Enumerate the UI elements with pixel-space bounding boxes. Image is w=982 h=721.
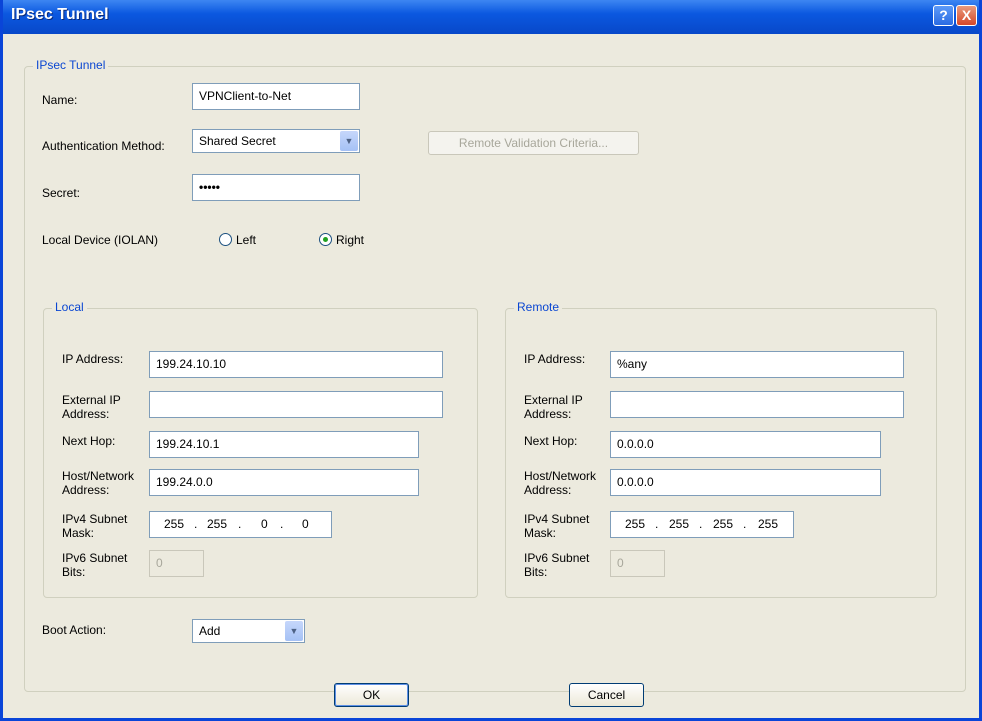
local-mask-octet-4[interactable]: 0 <box>302 517 309 531</box>
local-group-title: Local <box>52 300 87 314</box>
chevron-down-icon[interactable]: ▼ <box>340 131 358 151</box>
radio-right-indicator[interactable] <box>319 233 332 246</box>
auth-method-label: Authentication Method: <box>42 139 165 153</box>
local-next-hop-label: Next Hop: <box>62 434 116 448</box>
boot-action-value: Add <box>199 624 221 638</box>
remote-next-hop-field[interactable]: 0.0.0.0 <box>610 431 881 458</box>
radio-left-label: Left <box>236 233 257 247</box>
local-subnet-mask-label: IPv4 Subnet Mask: <box>62 512 128 540</box>
auth-method-value: Shared Secret <box>199 134 276 148</box>
remote-ip-label: IP Address: <box>524 352 586 366</box>
cancel-button[interactable]: Cancel <box>569 683 644 707</box>
title-bar[interactable]: IPsec Tunnel ? X <box>3 0 979 34</box>
remote-ipv6-bits-label: IPv6 Subnet Bits: <box>524 551 590 579</box>
local-external-ip-field[interactable] <box>149 391 443 418</box>
remote-external-ip-label: External IP Address: <box>524 393 583 421</box>
local-next-hop-field[interactable]: 199.24.10.1 <box>149 431 419 458</box>
radio-right-label: Right <box>336 233 365 247</box>
remote-next-hop-label: Next Hop: <box>524 434 578 448</box>
local-external-ip-label: External IP Address: <box>62 393 121 421</box>
remote-ip-field[interactable]: %any <box>610 351 904 378</box>
remote-mask-octet-2[interactable]: 255 <box>669 517 689 531</box>
remote-mask-octet-3[interactable]: 255 <box>713 517 733 531</box>
remote-subnet-mask-field[interactable]: 255 . 255 . 255 . 255 <box>610 511 794 538</box>
boot-action-label: Boot Action: <box>42 623 107 637</box>
local-ipv6-bits-label: IPv6 Subnet Bits: <box>62 551 128 579</box>
remote-subnet-mask-label: IPv4 Subnet Mask: <box>524 512 590 540</box>
name-field[interactable]: VPNClient-to-Net <box>192 83 360 110</box>
secret-label: Secret: <box>42 186 81 200</box>
remote-group-title: Remote <box>514 300 563 314</box>
local-device-label: Local Device (IOLAN) <box>42 233 159 247</box>
ipsec-tunnel-dialog: IPsec Tunnel ? X IPsec Tunnel Name: VPNC… <box>0 0 982 721</box>
radio-left-indicator[interactable] <box>219 233 232 246</box>
boot-action-select[interactable]: Add ▼ <box>192 619 305 643</box>
close-button[interactable]: X <box>956 5 977 26</box>
local-ip-field[interactable]: 199.24.10.10 <box>149 351 443 378</box>
chevron-down-icon[interactable]: ▼ <box>285 621 303 641</box>
local-mask-octet-2[interactable]: 255 <box>207 517 227 531</box>
remote-validation-button[interactable]: Remote Validation Criteria... <box>428 131 639 155</box>
remote-external-ip-field[interactable] <box>610 391 904 418</box>
local-host-network-field[interactable]: 199.24.0.0 <box>149 469 419 496</box>
local-ip-label: IP Address: <box>62 352 124 366</box>
window-title: IPsec Tunnel <box>11 6 109 23</box>
auth-method-select[interactable]: Shared Secret ▼ <box>192 129 360 153</box>
help-button[interactable]: ? <box>933 5 954 26</box>
remote-host-network-label: Host/Network Address: <box>524 469 597 497</box>
ok-button[interactable]: OK <box>334 683 409 707</box>
remote-mask-octet-1[interactable]: 255 <box>625 517 645 531</box>
local-subnet-mask-field[interactable]: 255 . 255 . 0 . 0 <box>149 511 332 538</box>
remote-mask-octet-4[interactable]: 255 <box>758 517 778 531</box>
local-host-network-label: Host/Network Address: <box>62 469 135 497</box>
local-mask-octet-1[interactable]: 255 <box>164 517 184 531</box>
secret-field[interactable]: ••••• <box>192 174 360 201</box>
local-ipv6-bits-field[interactable]: 0 <box>149 550 204 577</box>
remote-ipv6-bits-field[interactable]: 0 <box>610 550 665 577</box>
remote-host-network-field[interactable]: 0.0.0.0 <box>610 469 881 496</box>
name-label: Name: <box>42 93 78 107</box>
local-mask-octet-3[interactable]: 0 <box>261 517 268 531</box>
ipsec-tunnel-group-title: IPsec Tunnel <box>33 58 109 72</box>
